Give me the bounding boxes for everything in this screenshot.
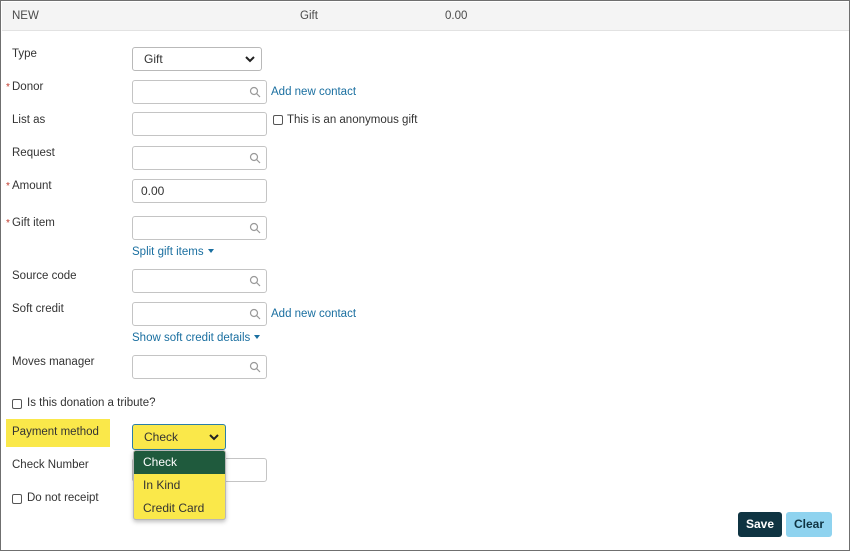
split-gift-items-link[interactable]: Split gift items: [132, 246, 214, 258]
payment-method-select[interactable]: Check: [132, 424, 226, 450]
list-as-label: List as: [12, 114, 46, 126]
search-icon[interactable]: [249, 361, 261, 373]
save-button[interactable]: Save: [738, 512, 782, 537]
tribute-checkbox[interactable]: [12, 399, 22, 409]
list-as-input[interactable]: [132, 112, 267, 136]
do-not-receipt-label: Do not receipt: [27, 492, 99, 504]
gift-form-window: NEW Gift 0.00 Type Gift * Donor Add new c…: [0, 0, 850, 551]
source-code-input[interactable]: [132, 269, 267, 293]
required-marker: *: [6, 82, 10, 93]
caret-down-icon: [254, 335, 261, 339]
request-label: Request: [12, 147, 55, 159]
gift-type-summary: Gift: [300, 10, 318, 22]
search-icon[interactable]: [249, 152, 261, 164]
soft-credit-label: Soft credit: [12, 303, 64, 315]
search-icon[interactable]: [249, 86, 261, 98]
search-icon[interactable]: [249, 308, 261, 320]
amount-input[interactable]: 0.00: [132, 179, 267, 203]
gift-item-label: * Gift item: [6, 217, 55, 229]
anonymous-checkbox[interactable]: [273, 115, 283, 125]
gift-item-input[interactable]: [132, 216, 267, 240]
soft-credit-add-contact-link[interactable]: Add new contact: [271, 308, 356, 320]
chevron-down-icon: [209, 434, 219, 441]
gift-status: NEW: [12, 10, 39, 22]
request-input[interactable]: [132, 146, 267, 170]
donor-add-contact-link[interactable]: Add new contact: [271, 86, 356, 98]
anonymous-label: This is an anonymous gift: [287, 114, 418, 126]
donor-input[interactable]: [132, 80, 267, 104]
payment-option-check[interactable]: Check: [134, 451, 225, 474]
check-number-label: Check Number: [12, 459, 89, 471]
gift-amount-summary: 0.00: [445, 10, 468, 22]
donor-label: * Donor: [6, 81, 44, 93]
amount-label: * Amount: [6, 180, 52, 192]
chevron-down-icon: [245, 56, 255, 63]
type-select[interactable]: Gift: [132, 47, 262, 71]
search-icon[interactable]: [249, 275, 261, 287]
soft-credit-input[interactable]: [132, 302, 267, 326]
show-soft-credit-details-link[interactable]: Show soft credit details: [132, 332, 261, 344]
payment-option-in-kind[interactable]: In Kind: [134, 474, 225, 497]
type-select-value: Gift: [144, 52, 163, 66]
caret-down-icon: [207, 249, 214, 253]
source-code-label: Source code: [12, 270, 77, 282]
tribute-label: Is this donation a tribute?: [27, 397, 156, 409]
clear-button[interactable]: Clear: [786, 512, 832, 537]
moves-manager-input[interactable]: [132, 355, 267, 379]
type-label: Type: [12, 48, 37, 60]
payment-method-dropdown: Check In Kind Credit Card: [133, 450, 226, 520]
moves-manager-label: Moves manager: [12, 356, 95, 368]
search-icon[interactable]: [249, 222, 261, 234]
payment-option-credit-card[interactable]: Credit Card: [134, 497, 225, 519]
payment-method-value: Check: [144, 430, 179, 444]
required-marker: *: [6, 181, 10, 192]
gift-summary-header: NEW Gift 0.00: [2, 2, 849, 31]
payment-method-label: Payment method: [12, 426, 99, 438]
required-marker: *: [6, 218, 10, 229]
do-not-receipt-checkbox[interactable]: [12, 494, 22, 504]
